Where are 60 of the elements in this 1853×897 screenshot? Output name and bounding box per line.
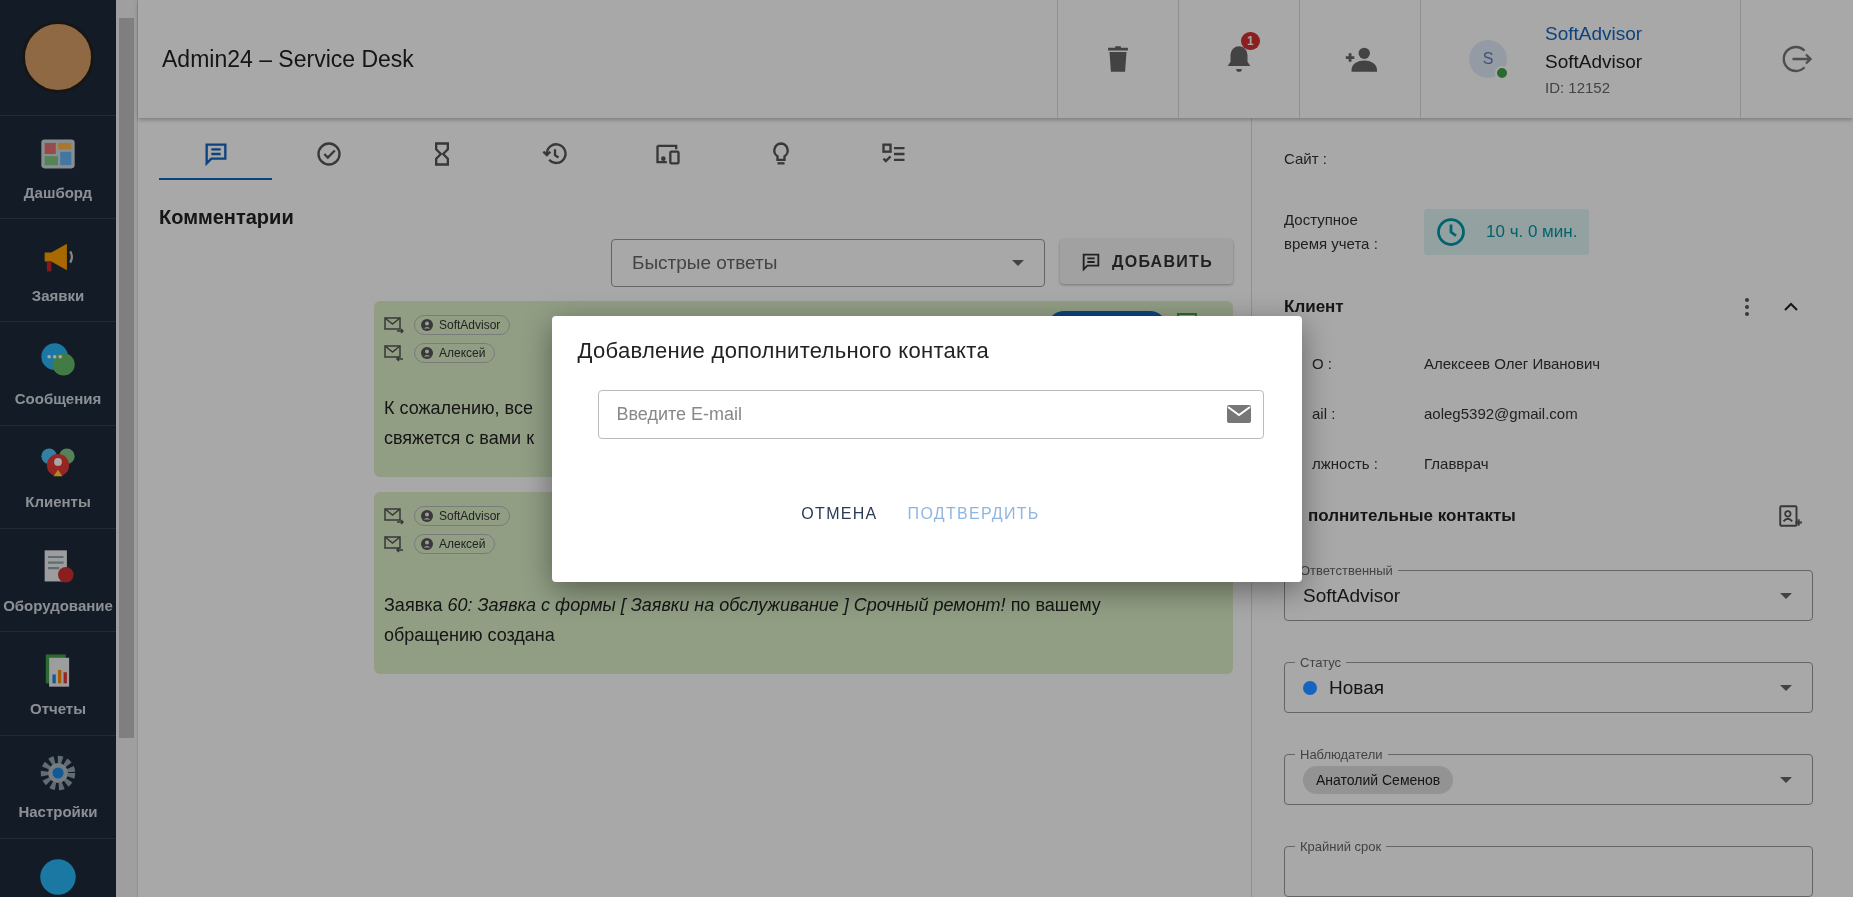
person-icon bbox=[421, 347, 433, 359]
scrollbar[interactable] bbox=[116, 0, 138, 897]
date-field[interactable]: Крайний срок bbox=[1284, 839, 1813, 897]
caret-icon bbox=[1780, 593, 1792, 599]
client-value: aoleg5392@gmail.com bbox=[1424, 405, 1578, 423]
section-title: Комментарии bbox=[159, 206, 295, 229]
client-label: лжность : bbox=[1311, 453, 1379, 474]
client-label: О : bbox=[1311, 353, 1333, 374]
sidebar-item[interactable]: Дашборд bbox=[0, 115, 116, 220]
help-icon[interactable] bbox=[38, 857, 78, 897]
sidebar-label: Настройки bbox=[18, 803, 98, 821]
sidebar-label: Клиенты bbox=[25, 493, 91, 511]
client-value: Главврач bbox=[1424, 455, 1489, 473]
person-icon bbox=[421, 319, 433, 331]
mail-out-icon bbox=[384, 507, 404, 525]
field-label: Наблюдатели bbox=[1299, 747, 1384, 762]
sidebar-label: Сообщения bbox=[14, 390, 102, 408]
user-avatar[interactable]: S bbox=[1469, 40, 1507, 78]
caret-icon bbox=[1780, 685, 1792, 691]
status-field[interactable]: Статус Новая bbox=[1284, 655, 1813, 713]
person-icon bbox=[421, 538, 433, 550]
field-label: Статус bbox=[1299, 655, 1343, 670]
clock-icon bbox=[1436, 217, 1466, 248]
extra-contacts-title: полнительные контакты bbox=[1307, 506, 1516, 526]
client-value: Алексеев Олег Иванович bbox=[1424, 355, 1601, 373]
sidebar-label: Заявки bbox=[31, 286, 85, 304]
person-icon bbox=[421, 510, 433, 522]
time-chip: 10 ч. 0 мин. bbox=[1424, 209, 1590, 256]
user-link[interactable]: SoftAdvisor bbox=[1545, 22, 1643, 45]
email-field[interactable]: Введите E-mail bbox=[597, 389, 1264, 439]
time-label: Доступное время учета : bbox=[1284, 210, 1379, 255]
comment-text: свяжется с вами к bbox=[384, 427, 535, 450]
sidebar-label: Дашборд bbox=[23, 183, 93, 201]
caret-icon bbox=[1780, 777, 1792, 783]
notification-badge: 1 bbox=[1241, 32, 1260, 50]
field-label: Ответственный bbox=[1299, 563, 1394, 578]
comment-text: К сожалению, все bbox=[384, 397, 533, 420]
dialog-title: Добавление дополнительного контакта bbox=[577, 337, 990, 364]
field-label: Крайний срок bbox=[1299, 839, 1383, 854]
cancel-button[interactable]: ОТМЕНА bbox=[791, 496, 888, 531]
mail-in-icon bbox=[384, 344, 404, 362]
status-value: Новая bbox=[1329, 677, 1385, 699]
observer-chip[interactable]: Анатолий Семенов bbox=[1303, 766, 1454, 794]
app-title: Admin24 – Service Desk bbox=[161, 44, 415, 74]
mail-in-icon bbox=[384, 535, 404, 553]
client-title: Клиент bbox=[1284, 296, 1344, 317]
site-label: Сайт : bbox=[1284, 149, 1328, 169]
select-value: SoftAdvisor bbox=[1303, 585, 1401, 607]
client-label: ail : bbox=[1311, 403, 1337, 424]
user-id: ID: 12152 bbox=[1545, 78, 1612, 96]
add-contact-icon[interactable] bbox=[1777, 503, 1803, 529]
chips-field[interactable]: Наблюдатели Анатолий Семенов bbox=[1284, 747, 1813, 805]
user-name: SoftAdvisor bbox=[1545, 50, 1643, 73]
quick-replies-select[interactable]: Быстрые ответы bbox=[610, 239, 1045, 287]
add-button[interactable]: ДОБАВИТЬ bbox=[1059, 239, 1233, 284]
sidebar-label: Оборудование bbox=[3, 596, 113, 614]
comment-text: Заявка 60: Заявка с формы [ Заявки на обслуживание ] Срочный ремонт! по вашему обращению создана bbox=[384, 594, 1102, 647]
sidebar-label: Отчеты bbox=[30, 700, 86, 718]
check-circle-icon bbox=[314, 140, 343, 168]
mail-out-icon bbox=[384, 316, 404, 334]
